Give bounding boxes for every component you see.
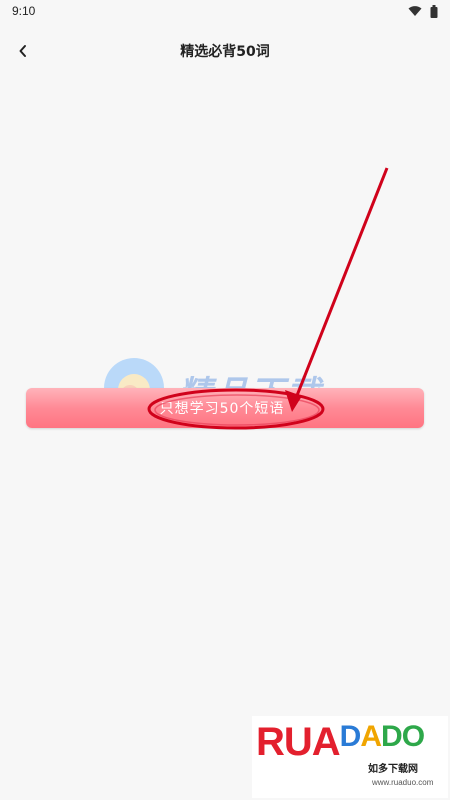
brand-watermark: R U A D A D O 如多下载网 www.ruaduo.com: [252, 716, 448, 798]
wifi-icon: [408, 6, 422, 16]
brand-letter-o: O: [401, 720, 425, 753]
back-button[interactable]: [8, 36, 38, 66]
app-header: 精选必背50词: [0, 32, 450, 70]
brand-url: www.ruaduo.com: [372, 778, 434, 787]
brand-letter-r: R: [256, 720, 285, 764]
brand-letter-d: D: [339, 720, 362, 753]
brand-letter-d2: D: [381, 720, 403, 753]
page-title: 精选必背50词: [180, 44, 270, 60]
brand-letters: R U A D A D O: [256, 720, 425, 765]
status-time: 9:10: [12, 4, 36, 18]
study-phrases-button[interactable]: 只想学习50个短语: [26, 388, 424, 428]
chevron-left-icon: [19, 45, 26, 57]
brand-letter-u: U: [283, 720, 313, 764]
brand-subtitle: 如多下载网: [368, 764, 418, 775]
status-icons: [408, 4, 438, 18]
brand-letter-a: A: [311, 720, 341, 764]
study-button-label: 只想学习50个短语: [159, 401, 285, 417]
battery-icon: [430, 4, 438, 18]
brand-letter-a2: A: [360, 720, 382, 753]
status-bar: 9:10: [0, 0, 450, 22]
